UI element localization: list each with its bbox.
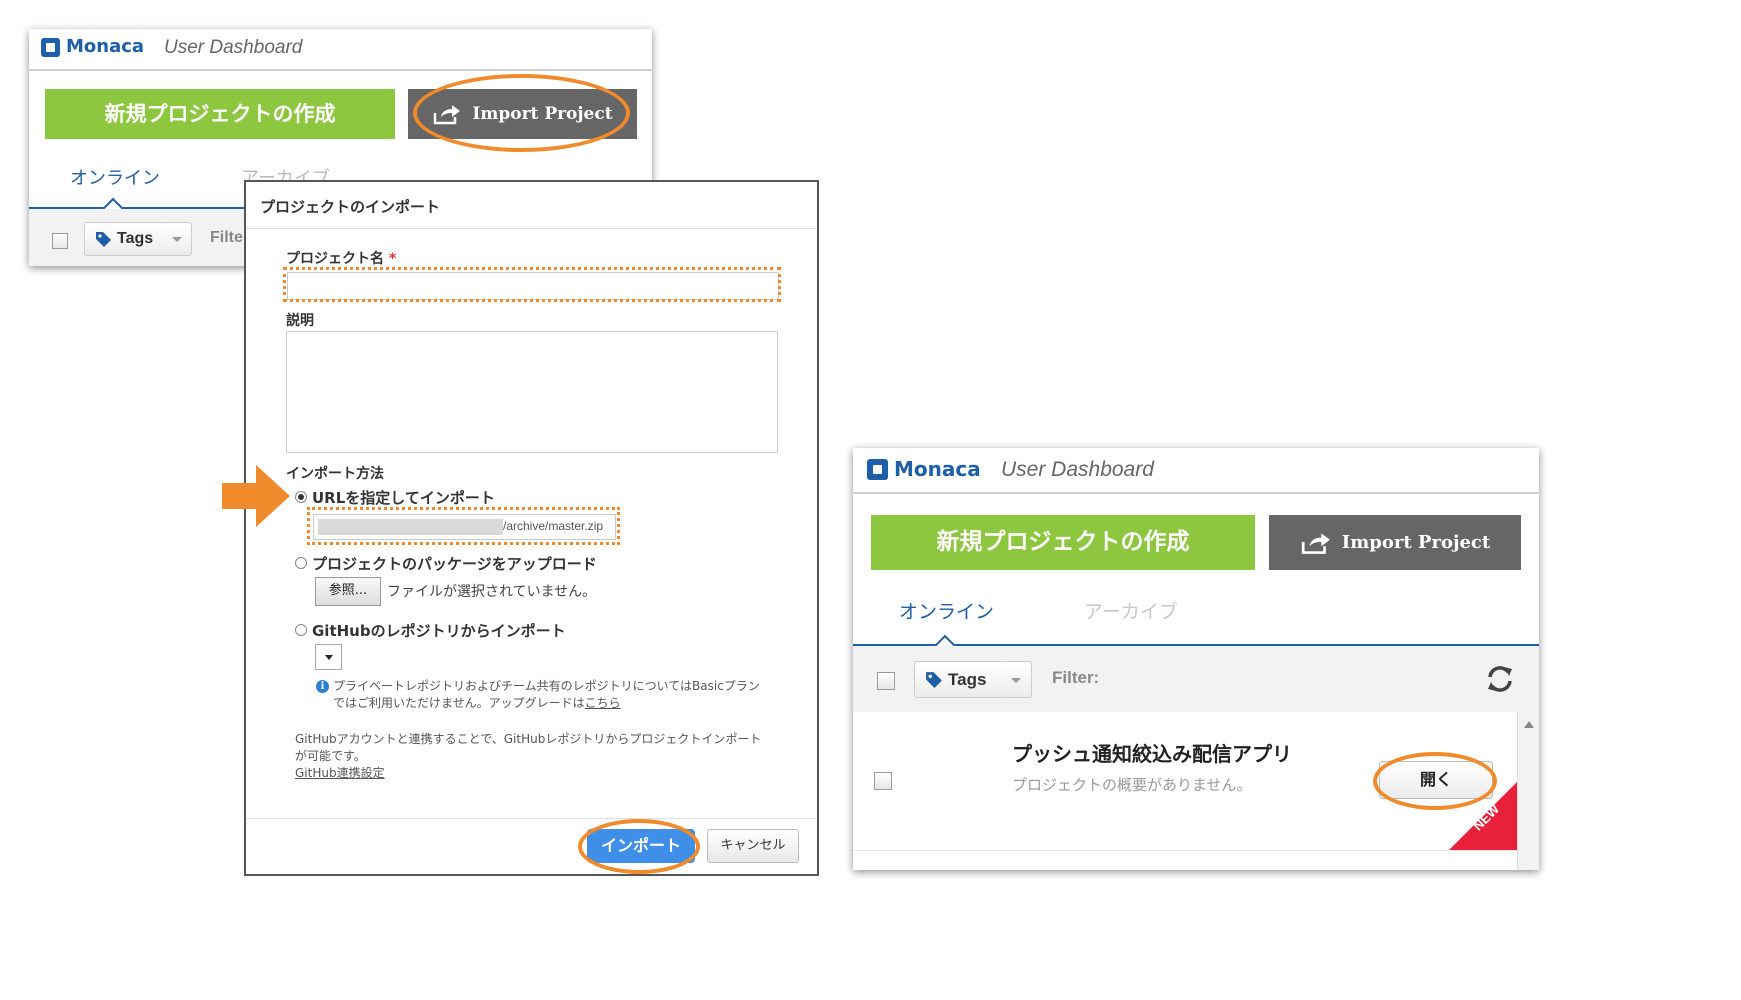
brand-name: Monaca bbox=[66, 36, 145, 57]
highlight-import-button-oval bbox=[578, 819, 700, 874]
select-all-checkbox[interactable] bbox=[52, 233, 68, 249]
project-list: プッシュ通知絞込み配信アプリ プロジェクトの概要がありません。 開く NEW bbox=[853, 712, 1517, 870]
github-repo-select[interactable] bbox=[315, 644, 342, 670]
project-title[interactable]: プッシュ通知絞込み配信アプリ bbox=[1012, 738, 1292, 767]
tags-label: Tags bbox=[948, 669, 987, 689]
pointer-arrow-icon bbox=[222, 465, 290, 527]
tag-icon bbox=[926, 672, 942, 688]
tags-dropdown-caret[interactable] bbox=[1001, 661, 1032, 698]
tags-label: Tags bbox=[117, 230, 154, 247]
browse-button[interactable]: 参照... bbox=[315, 577, 381, 606]
github-info-text: プライベートレポジトリおよびチーム共有のレポジトリについてはBasicプラン で… bbox=[333, 679, 760, 710]
info-icon: i bbox=[316, 680, 329, 693]
description-label: 説明 bbox=[286, 313, 314, 329]
project-checkbox[interactable] bbox=[874, 772, 892, 790]
select-all-checkbox[interactable] bbox=[877, 672, 895, 690]
option-github-label: GitHubのレポジトリからインポート bbox=[312, 622, 566, 640]
tab-online[interactable]: オンライン bbox=[899, 597, 994, 624]
new-project-button[interactable]: 新規プロジェクトの作成 bbox=[871, 515, 1255, 570]
monaca-logo-icon bbox=[867, 459, 888, 480]
tags-button[interactable]: Tags bbox=[914, 661, 1002, 698]
header: Monaca User Dashboard bbox=[853, 448, 1539, 494]
list-item[interactable]: プッシュ通知絞込み配信アプリ プロジェクトの概要がありません。 開く NEW bbox=[853, 712, 1517, 851]
page-title: User Dashboard bbox=[1001, 458, 1154, 481]
import-icon bbox=[1301, 532, 1330, 554]
brand-name: Monaca bbox=[894, 457, 981, 481]
no-file-text: ファイルが選択されていません。 bbox=[387, 584, 597, 600]
highlight-project-name bbox=[283, 267, 781, 302]
tags-button[interactable]: Tags bbox=[84, 222, 164, 256]
dashboard-panel-bottom: Monaca User Dashboard 新規プロジェクトの作成 Import… bbox=[853, 448, 1539, 870]
highlight-url-input bbox=[307, 507, 620, 545]
import-project-button[interactable]: Import Project bbox=[1269, 515, 1521, 570]
cancel-button[interactable]: キャンセル bbox=[707, 829, 799, 863]
radio-package-upload[interactable] bbox=[295, 557, 307, 569]
refresh-icon[interactable] bbox=[1485, 664, 1515, 694]
description-textarea[interactable] bbox=[286, 331, 778, 453]
import-method-label: インポート方法 bbox=[286, 466, 384, 482]
filter-label: Filter: bbox=[1052, 668, 1100, 687]
required-mark: * bbox=[388, 251, 397, 267]
highlight-import-oval bbox=[413, 74, 630, 152]
project-description: プロジェクトの概要がありません。 bbox=[1012, 776, 1252, 794]
radio-github-import[interactable] bbox=[295, 624, 307, 636]
filter-label: Filte bbox=[210, 229, 243, 246]
project-name-label: プロジェクト名 * bbox=[286, 251, 397, 267]
option-package-label: プロジェクトのパッケージをアップロード bbox=[312, 555, 597, 573]
option-url-label: URLを指定してインポート bbox=[312, 489, 495, 507]
header: Monaca User Dashboard bbox=[29, 29, 652, 71]
dialog-header-divider bbox=[246, 228, 817, 229]
list-toolbar: Tags Filter: bbox=[853, 646, 1539, 712]
radio-url-import[interactable] bbox=[295, 491, 307, 503]
tab-archive[interactable]: アーカイブ bbox=[1084, 597, 1178, 624]
tags-dropdown-caret[interactable] bbox=[163, 222, 192, 256]
new-project-button[interactable]: 新規プロジェクトの作成 bbox=[45, 89, 395, 139]
github-settings-link[interactable]: GitHub連携設定 bbox=[295, 766, 385, 780]
dialog-footer-divider bbox=[246, 818, 817, 819]
upgrade-link[interactable]: こちら bbox=[585, 696, 621, 710]
monaca-logo-icon bbox=[41, 38, 60, 57]
dialog-title: プロジェクトのインポート bbox=[260, 198, 441, 216]
tab-online[interactable]: オンライン bbox=[70, 164, 160, 190]
scroll-up-icon[interactable] bbox=[1524, 720, 1534, 728]
github-note-text: GitHubアカウントと連携することで、GitHubレポジトリからプロジェクトイ… bbox=[295, 732, 762, 780]
tag-icon bbox=[96, 232, 111, 247]
import-project-label: Import Project bbox=[1341, 532, 1491, 553]
import-project-dialog: プロジェクトのインポート プロジェクト名 * 説明 インポート方法 URLを指定… bbox=[244, 180, 819, 876]
list-scrollbar[interactable] bbox=[1517, 712, 1539, 870]
page-title: User Dashboard bbox=[164, 37, 303, 58]
